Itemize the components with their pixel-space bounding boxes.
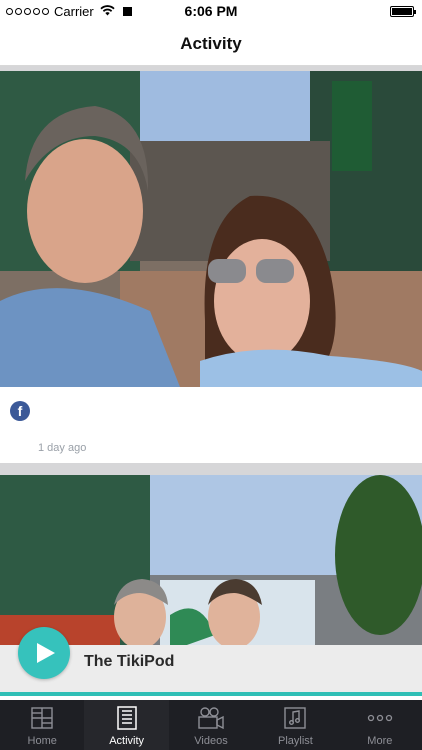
activity-feed[interactable]: f 1 day ago bbox=[0, 66, 422, 700]
battery-icon bbox=[390, 6, 416, 17]
stop-icon bbox=[122, 6, 132, 16]
wifi-icon bbox=[100, 4, 115, 19]
tab-label: Home bbox=[27, 735, 57, 747]
post-timestamp: 1 day ago bbox=[38, 442, 87, 454]
tab-activity[interactable]: Activity bbox=[84, 700, 169, 750]
tab-playlist[interactable]: Playlist bbox=[253, 700, 337, 750]
signal-strength-icon bbox=[6, 7, 49, 15]
post-photo[interactable] bbox=[0, 475, 422, 651]
navigation-bar: Activity bbox=[0, 22, 422, 66]
tab-bar: Home Activity Videos Playlist More bbox=[0, 700, 422, 750]
status-bar: Carrier 6:06 PM bbox=[0, 0, 422, 22]
grid-icon bbox=[29, 705, 55, 731]
music-note-icon bbox=[282, 705, 308, 731]
tab-label: Videos bbox=[194, 735, 228, 747]
page-title: Activity bbox=[180, 33, 242, 53]
tab-home[interactable]: Home bbox=[0, 700, 84, 750]
facebook-icon[interactable]: f bbox=[10, 401, 30, 421]
tab-label: Playlist bbox=[278, 735, 313, 747]
video-camera-icon bbox=[198, 705, 224, 731]
tab-videos[interactable]: Videos bbox=[169, 700, 253, 750]
mini-player[interactable]: The TikiPod bbox=[0, 627, 422, 696]
post-photo[interactable] bbox=[0, 71, 422, 387]
player-title: The TikiPod bbox=[84, 653, 175, 670]
tab-label: More bbox=[367, 735, 393, 747]
feed-post[interactable]: f 1 day ago bbox=[0, 71, 422, 463]
carrier-label: Carrier bbox=[54, 3, 94, 19]
tab-label: Activity bbox=[109, 735, 145, 747]
more-dots-icon bbox=[367, 705, 393, 731]
newsfeed-icon bbox=[114, 705, 140, 731]
play-button[interactable] bbox=[18, 627, 70, 679]
tab-more[interactable]: More bbox=[338, 700, 422, 750]
play-icon bbox=[37, 643, 55, 663]
